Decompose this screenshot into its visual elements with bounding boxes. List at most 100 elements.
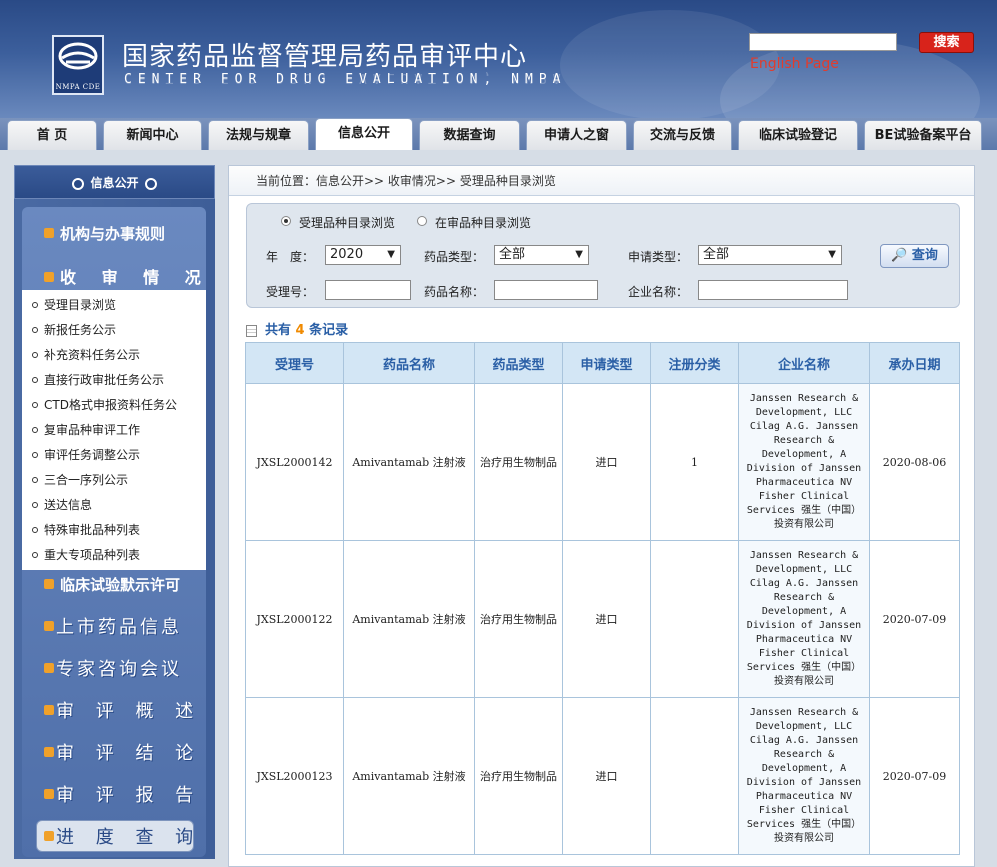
sidebar-item-major[interactable]: 重大专项品种列表: [31, 546, 140, 563]
radio-in-review-label[interactable]: 在审品种目录浏览: [435, 214, 531, 231]
site-header: NMPA CDE 国家药品监督管理局药品审评中心 CENTER FOR DRUG…: [0, 0, 997, 118]
sidebar-header: 信息公开: [14, 165, 215, 199]
site-subtitle-reflection: CENTER FOR DRUG EVALUATION, NMPA: [124, 70, 567, 85]
nav-tab-clinical-trial[interactable]: 临床试验登记: [738, 120, 858, 150]
cell-company: Janssen Research & Development, LLC Cila…: [738, 540, 870, 698]
sidebar-section-market-drugs[interactable]: 上市药品信息: [44, 613, 182, 639]
search-button[interactable]: 搜索: [919, 32, 974, 53]
sidebar-section-label: 上市药品信息: [56, 617, 182, 638]
radio-in-review[interactable]: [417, 216, 427, 226]
nav-tab-be-platform[interactable]: BE试验备案平台: [864, 120, 982, 150]
rss-icon: [44, 578, 54, 589]
sidebar-section-label: 审 评 概 述: [56, 701, 202, 722]
apply-type-value: 全部: [703, 247, 730, 262]
sidebar-section-label: 进 度 查 询: [56, 827, 202, 848]
chevron-down-icon: ▼: [575, 249, 583, 260]
col-apply-type[interactable]: 申请类型: [562, 342, 651, 384]
company-input[interactable]: [698, 280, 848, 300]
nav-tab-home[interactable]: 首 页: [7, 120, 97, 150]
sidebar-section-conclusion[interactable]: 审 评 结 论: [44, 739, 201, 765]
col-accept-no[interactable]: 受理号: [245, 342, 344, 384]
sidebar-section-progress[interactable]: 进 度 查 询: [44, 823, 201, 849]
table-row: JXSL2000122 Amivantamab 注射液 治疗用生物制品 进口 J…: [245, 540, 960, 698]
sidebar-item-delivery[interactable]: 送达信息: [31, 496, 92, 513]
drug-name-label: 药品名称：: [424, 285, 485, 299]
query-button-label: 查询: [911, 248, 938, 263]
cell-company: Janssen Research & Development, LLC Cila…: [738, 383, 870, 541]
sidebar-section-receipt[interactable]: 收 审 情 况: [44, 264, 211, 288]
sidebar-section-label: 临床试验默示许可: [60, 576, 181, 594]
cell-accept-no[interactable]: JXSL2000123: [245, 697, 344, 855]
breadcrumb: 当前位置：信息公开>> 收审情况>> 受理品种目录浏览: [229, 166, 974, 196]
cell-reg-class: [650, 540, 739, 698]
apply-type-select[interactable]: 全部 ▼: [698, 245, 842, 265]
sidebar-section-expert[interactable]: 专家咨询会议: [44, 655, 182, 681]
cell-drug-name: Amivantamab 注射液: [343, 540, 475, 698]
nav-tab-info-public[interactable]: 信息公开: [315, 118, 413, 150]
col-date[interactable]: 承办日期: [869, 342, 960, 384]
sidebar-section-label: 收 审 情 况: [60, 268, 211, 287]
sidebar-item-three-in-one[interactable]: 三合一序列公示: [31, 471, 128, 488]
cell-date: 2020-08-06: [869, 383, 960, 541]
count-prefix: 共有: [265, 323, 292, 338]
drug-name-input[interactable]: [494, 280, 598, 300]
english-page-link[interactable]: English Page: [750, 56, 839, 72]
sidebar-section-report[interactable]: 审 评 报 告: [44, 781, 201, 807]
accept-no-input[interactable]: [325, 280, 411, 300]
sidebar-section-label: 审 评 结 论: [56, 743, 202, 764]
sidebar-item-accept-list[interactable]: 受理目录浏览: [31, 296, 116, 313]
sidebar-section-label: 专家咨询会议: [56, 659, 182, 680]
cell-accept-no[interactable]: JXSL2000122: [245, 540, 344, 698]
cell-drug-name: Amivantamab 注射液: [343, 697, 475, 855]
results-table: 受理号 药品名称 药品类型 申请类型 注册分类 企业名称 承办日期 JXSL20…: [245, 342, 960, 855]
cell-drug-type: 治疗用生物制品: [474, 697, 563, 855]
cell-date: 2020-07-09: [869, 540, 960, 698]
sidebar-item-direct-approval[interactable]: 直接行政审批任务公示: [31, 371, 164, 388]
col-reg-class[interactable]: 注册分类: [650, 342, 739, 384]
cell-drug-type: 治疗用生物制品: [474, 540, 563, 698]
rss-icon: [44, 663, 54, 673]
radio-accepted[interactable]: [281, 216, 291, 226]
nav-tab-data-query[interactable]: 数据查询: [419, 120, 520, 150]
sidebar-item-new-tasks[interactable]: 新报任务公示: [31, 321, 116, 338]
nav-tab-news[interactable]: 新闻中心: [103, 120, 202, 150]
sidebar-item-special[interactable]: 特殊审批品种列表: [31, 521, 140, 538]
drug-type-label: 药品类型：: [424, 250, 485, 264]
sidebar-item-ctd[interactable]: CTD格式申报资料任务公: [32, 396, 177, 413]
logo-text: NMPA CDE: [55, 83, 101, 91]
sidebar-item-adjust[interactable]: 审评任务调整公示: [31, 446, 140, 463]
bullet-icon: [72, 177, 85, 190]
drug-type-value: 全部: [499, 247, 526, 262]
rss-icon: [44, 831, 54, 841]
bullet-icon: [144, 177, 157, 190]
chevron-down-icon: ▼: [387, 249, 395, 260]
cell-reg-class: 1: [650, 383, 739, 541]
cell-apply-type: 进口: [562, 383, 651, 541]
year-select[interactable]: 2020 ▼: [325, 245, 401, 265]
col-drug-name[interactable]: 药品名称: [343, 342, 475, 384]
col-company[interactable]: 企业名称: [738, 342, 870, 384]
drug-type-select[interactable]: 全部 ▼: [494, 245, 589, 265]
nav-tab-feedback[interactable]: 交流与反馈: [633, 120, 732, 150]
sidebar-section-overview[interactable]: 审 评 概 述: [44, 697, 201, 723]
query-button[interactable]: 🔎 查询: [880, 244, 949, 268]
sidebar-section-rules[interactable]: 机构与办事规则: [44, 223, 165, 244]
rss-icon: [44, 705, 54, 715]
rss-icon: [44, 227, 54, 238]
cell-date: 2020-07-09: [869, 697, 960, 855]
sidebar-section-clinical[interactable]: 临床试验默示许可: [44, 574, 180, 595]
cell-accept-no[interactable]: JXSL2000142: [245, 383, 344, 541]
radio-accepted-label[interactable]: 受理品种目录浏览: [299, 214, 395, 231]
year-label: 年 度：: [266, 250, 315, 264]
site-search-input[interactable]: [749, 33, 897, 51]
nmpa-logo[interactable]: NMPA CDE: [52, 35, 104, 95]
sidebar-item-supplement[interactable]: 补充资料任务公示: [31, 346, 140, 363]
magnifier-icon: 🔎: [891, 248, 908, 263]
sidebar-item-review[interactable]: 复审品种审评工作: [31, 421, 140, 438]
nav-tab-applicant[interactable]: 申请人之窗: [526, 120, 627, 150]
chevron-down-icon: ▼: [828, 249, 836, 260]
logo-emblem-icon: [58, 42, 98, 70]
nav-tab-regulations[interactable]: 法规与规章: [208, 120, 309, 150]
col-drug-type[interactable]: 药品类型: [474, 342, 563, 384]
cell-apply-type: 进口: [562, 540, 651, 698]
